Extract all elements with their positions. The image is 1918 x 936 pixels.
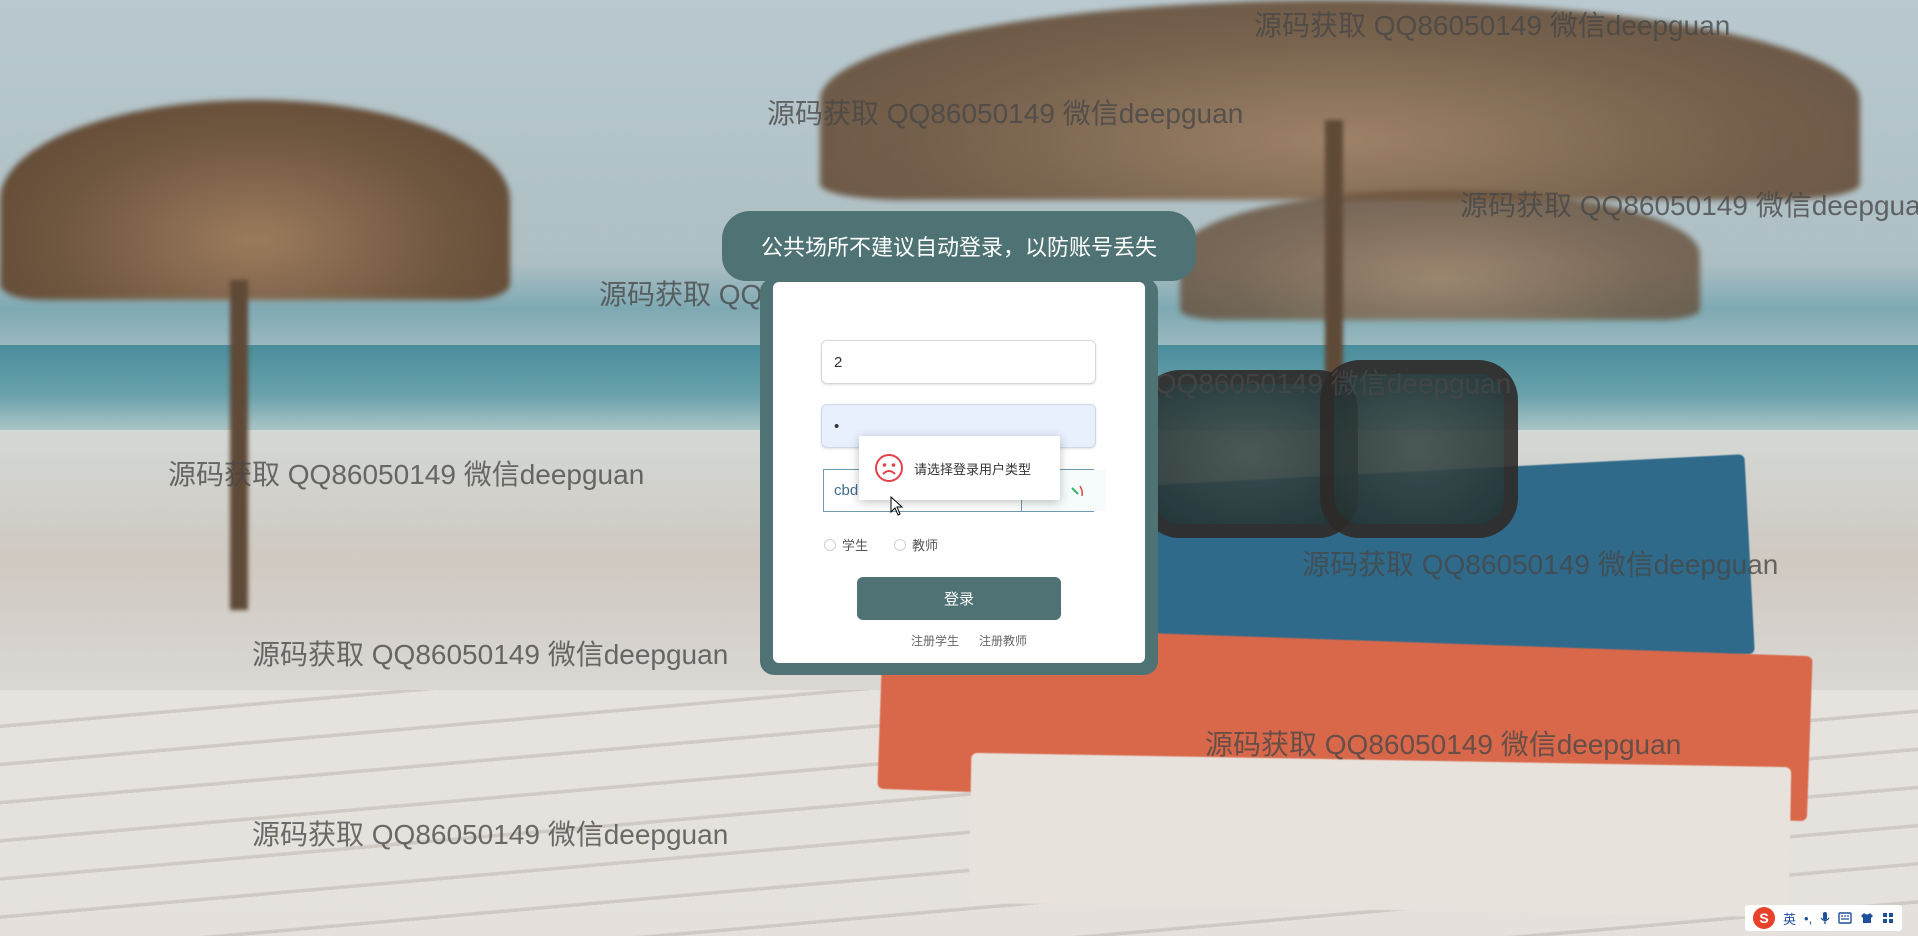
login-button[interactable]: 登录 [857,577,1061,620]
punctuation-icon[interactable]: •, [1804,911,1812,926]
register-teacher-link[interactable]: 注册教师 [979,632,1027,649]
watermark: 源码获取 QQ86050149 微信deepguan [252,639,729,670]
captcha-value: cbd [834,482,859,499]
straw-umbrella-left [0,100,510,300]
watermark: 源码获取 QQ86050149 微信deepguan [1205,729,1682,760]
validation-toast: 请选择登录用户类型 [859,436,1060,500]
watermark: 源码获取 QQ86050149 微信deepguan [252,819,729,850]
sogou-logo-icon[interactable]: S [1753,907,1775,929]
radio-student[interactable] [824,538,836,551]
ime-language[interactable]: 英 [1783,909,1796,928]
toast-message: 请选择登录用户类型 [914,461,1032,477]
password-value: • [834,417,840,435]
microphone-icon[interactable] [1820,911,1830,925]
sad-face-icon [875,454,903,482]
keyboard-icon[interactable] [1838,912,1852,924]
radio-teacher[interactable] [894,538,907,551]
shirt-icon[interactable] [1860,912,1874,924]
umbrella-pole-right [1325,120,1343,380]
register-student-link[interactable]: 注册学生 [911,632,959,649]
watermark: 源码获取 QQ86050149 微信deepguan [767,98,1244,129]
umbrella-pole [230,280,248,610]
watermark: 源码获取 QQ86050149 微信deepguan [168,459,645,490]
username-input[interactable]: 2 [821,340,1096,384]
radio-student-label: 学生 [842,538,869,553]
user-type-group: 学生 教师 [824,535,938,554]
notice-text: 公共场所不建议自动登录，以防账号丢失 [760,235,1157,260]
username-value: 2 [834,353,843,371]
auto-login-notice: 公共场所不建议自动登录，以防账号丢失 [722,211,1196,281]
ime-tray: S 英 •, [1745,905,1903,931]
watermark: 源码获取 QQ86050149 微信deepguan [1302,549,1779,580]
radio-teacher-label: 教师 [912,538,939,553]
watermark: 源码获取 QQ86050149 微信deepguan [1254,10,1731,41]
watermark: 源码获取 QQ86050149 微信deepguan [1460,190,1918,221]
book-white [968,752,1792,918]
mouse-cursor-icon [890,496,904,516]
apps-icon[interactable] [1882,912,1894,924]
